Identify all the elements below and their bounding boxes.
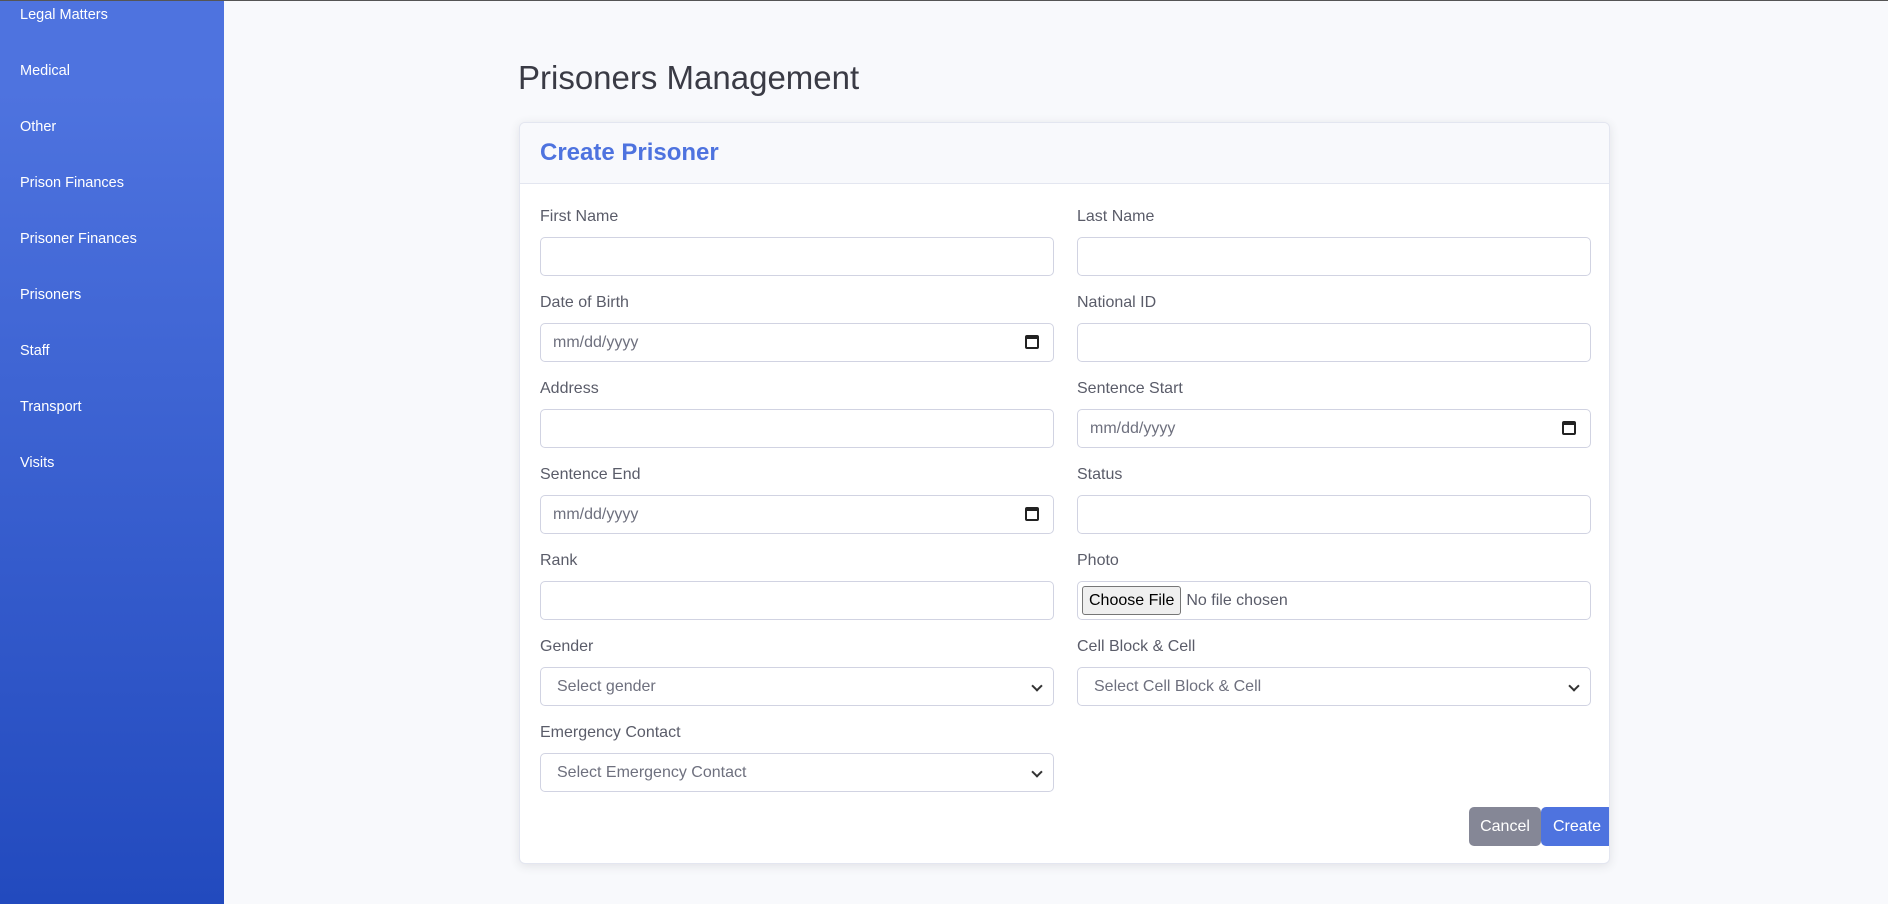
photo-file-input[interactable]: Choose File No file chosen [1077,581,1591,620]
rank-label: Rank [540,552,578,569]
gender-label: Gender [540,638,594,655]
cell-select[interactable]: Select Cell Block & Cell [1077,667,1591,706]
card-header: Create Prisoner [520,123,1609,184]
photo-label: Photo [1077,552,1119,569]
last-name-input[interactable] [1077,237,1591,276]
sidebar-item-prisoners[interactable]: Prisoners [20,287,81,303]
cell-label: Cell Block & Cell [1077,638,1196,655]
dob-label: Date of Birth [540,294,629,311]
national-id-label: National ID [1077,294,1157,311]
sentence-end-date-input[interactable]: mm/dd/yyyy [540,495,1054,534]
sentence-end-placeholder: mm/dd/yyyy [553,505,639,523]
sidebar-item-staff[interactable]: Staff [20,343,50,359]
sentence-start-date-input[interactable]: mm/dd/yyyy [1077,409,1591,448]
first-name-input[interactable] [540,237,1054,276]
calendar-icon[interactable] [1562,421,1576,435]
create-button[interactable]: Create [1541,807,1609,846]
page-title: Prisoners Management [518,59,860,96]
status-input[interactable] [1077,495,1591,534]
emergency-contact-select[interactable]: Select Emergency Contact [540,753,1054,792]
choose-file-button[interactable]: Choose File [1082,586,1182,615]
address-input[interactable] [540,409,1054,448]
national-id-input[interactable] [1077,323,1591,362]
rank-input[interactable] [540,581,1054,620]
gender-selected: Select gender [557,677,656,695]
dob-date-input[interactable]: mm/dd/yyyy [540,323,1054,362]
calendar-icon[interactable] [1025,507,1039,521]
cancel-button[interactable]: Cancel [1469,807,1541,846]
sidebar-item-visits[interactable]: Visits [20,455,54,471]
create-prisoner-card: Create Prisoner First Name Last Name Dat… [519,122,1610,864]
chevron-down-icon [1031,766,1043,778]
sidebar-item-prison-finances[interactable]: Prison Finances [20,175,124,191]
chevron-down-icon [1568,680,1580,692]
sidebar-item-transport[interactable]: Transport [20,399,82,415]
sidebar-item-legal-matters[interactable]: Legal Matters [20,7,108,23]
sentence-start-placeholder: mm/dd/yyyy [1090,419,1176,437]
sidebar-item-other[interactable]: Other [20,119,56,135]
card-title: Create Prisoner [540,139,719,166]
main-content: Prisoners Management Create Prisoner Fir… [224,1,1888,904]
sidebar: Legal Matters Medical Other Prison Finan… [0,1,224,904]
gender-select[interactable]: Select gender [540,667,1054,706]
sidebar-item-medical[interactable]: Medical [20,63,70,79]
address-label: Address [540,380,599,397]
sidebar-item-prisoner-finances[interactable]: Prisoner Finances [20,231,137,247]
sentence-start-label: Sentence Start [1077,380,1183,397]
cell-selected: Select Cell Block & Cell [1094,677,1262,695]
emergency-contact-label: Emergency Contact [540,724,681,741]
file-status-text: No file chosen [1186,591,1288,609]
last-name-label: Last Name [1077,208,1155,225]
chevron-down-icon [1031,680,1043,692]
status-label: Status [1077,466,1123,483]
sentence-end-label: Sentence End [540,466,641,483]
emergency-contact-selected: Select Emergency Contact [557,763,747,781]
calendar-icon[interactable] [1025,335,1039,349]
first-name-label: First Name [540,208,619,225]
dob-placeholder: mm/dd/yyyy [553,333,639,351]
